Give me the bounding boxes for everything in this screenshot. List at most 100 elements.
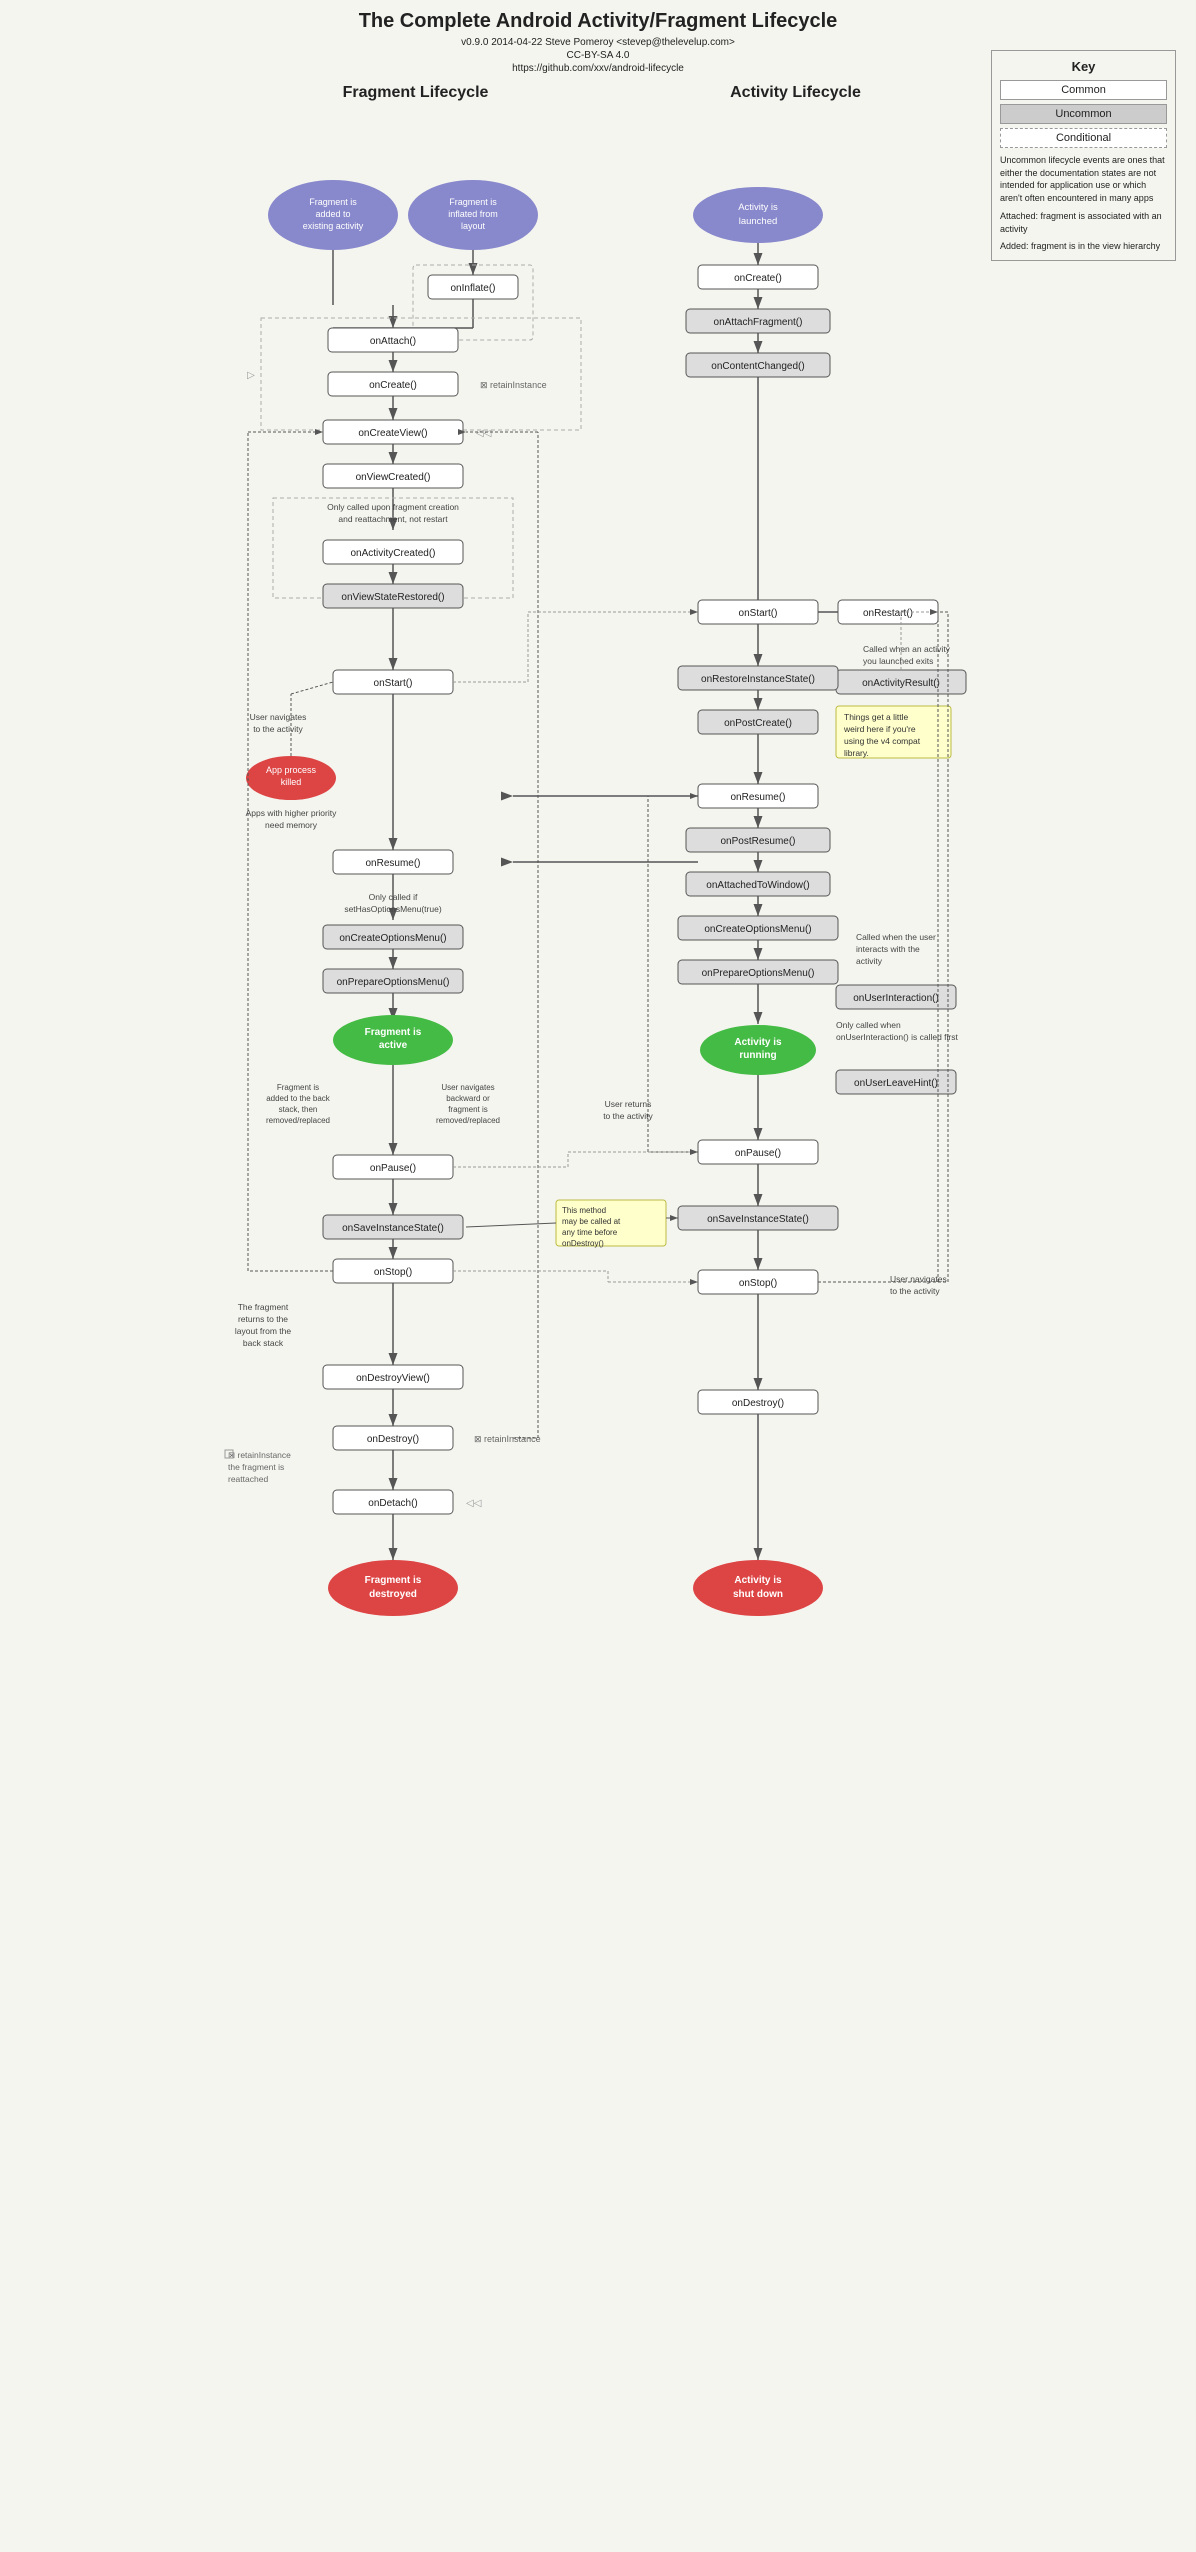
svg-text:The fragment: The fragment (238, 1302, 289, 1312)
svg-text:library.: library. (844, 748, 869, 758)
svg-text:onPostResume(): onPostResume() (720, 836, 795, 847)
svg-text:onCreateView(): onCreateView() (358, 428, 427, 439)
subtitle3: https://github.com/xxv/android-lifecycle (218, 63, 978, 74)
activity-col-header: Activity Lifecycle (646, 84, 946, 102)
svg-text:This method: This method (562, 1206, 606, 1215)
key-panel: Key Common Uncommon Conditional Uncommon… (991, 50, 1176, 261)
svg-text:shut down: shut down (733, 1589, 783, 1600)
svg-text:removed/replaced: removed/replaced (436, 1116, 500, 1125)
svg-text:need memory: need memory (265, 820, 318, 830)
subtitle2: CC-BY-SA 4.0 (218, 50, 978, 61)
svg-text:onCreate(): onCreate() (369, 380, 417, 391)
svg-text:onCreateOptionsMenu(): onCreateOptionsMenu() (339, 933, 446, 944)
svg-text:onRestoreInstanceState(): onRestoreInstanceState() (701, 674, 815, 685)
svg-text:onCreateOptionsMenu(): onCreateOptionsMenu() (704, 924, 811, 935)
svg-text:fragment is: fragment is (448, 1105, 488, 1114)
svg-text:onStart(): onStart() (739, 608, 778, 619)
svg-text:⊠ retainInstance: ⊠ retainInstance (480, 380, 547, 390)
svg-text:Fragment is: Fragment is (277, 1083, 319, 1092)
svg-text:Only called if: Only called if (369, 892, 418, 902)
svg-text:Fragment is: Fragment is (365, 1027, 422, 1038)
svg-text:may be called at: may be called at (562, 1217, 621, 1226)
svg-text:onDetach(): onDetach() (368, 1498, 417, 1509)
svg-text:any time before: any time before (562, 1228, 618, 1237)
svg-text:active: active (379, 1040, 408, 1051)
svg-text:using the v4 compat: using the v4 compat (844, 736, 921, 746)
svg-text:added to: added to (315, 209, 350, 219)
key-uncommon: Uncommon (1000, 104, 1167, 124)
svg-text:weird here if you're: weird here if you're (843, 724, 916, 734)
svg-text:Apps with higher priority: Apps with higher priority (246, 808, 337, 818)
svg-text:onAttachFragment(): onAttachFragment() (714, 317, 803, 328)
svg-text:onDestroy(): onDestroy() (562, 1239, 604, 1248)
svg-text:killed: killed (281, 777, 302, 787)
key-desc3: Added: fragment is in the view hierarchy (1000, 240, 1167, 253)
svg-text:onResume(): onResume() (365, 858, 420, 869)
svg-text:to the activity: to the activity (253, 724, 303, 734)
svg-text:inflated from: inflated from (448, 209, 498, 219)
svg-text:onCreate(): onCreate() (734, 273, 782, 284)
svg-text:stack, then: stack, then (279, 1105, 318, 1114)
svg-text:onPause(): onPause() (370, 1163, 416, 1174)
svg-text:User returns: User returns (605, 1099, 652, 1109)
page-title: The Complete Android Activity/Fragment L… (218, 10, 978, 33)
key-title: Key (1000, 59, 1167, 74)
svg-text:added to the back: added to the back (266, 1094, 331, 1103)
svg-text:back stack: back stack (243, 1338, 284, 1348)
svg-text:onPrepareOptionsMenu(): onPrepareOptionsMenu() (337, 977, 450, 988)
svg-text:Fragment is: Fragment is (449, 197, 497, 207)
svg-text:Activity is: Activity is (738, 202, 778, 213)
svg-text:Called when the user: Called when the user (856, 932, 936, 942)
svg-text:removed/replaced: removed/replaced (266, 1116, 330, 1125)
key-desc2: Attached: fragment is associated with an… (1000, 210, 1167, 235)
svg-text:interacts with the: interacts with the (856, 944, 920, 954)
svg-text:activity: activity (856, 956, 883, 966)
svg-text:User navigates: User navigates (250, 712, 307, 722)
key-conditional: Conditional (1000, 128, 1167, 148)
svg-text:◁◁: ◁◁ (476, 428, 492, 439)
svg-text:Things get a little: Things get a little (844, 712, 909, 722)
svg-text:Fragment is: Fragment is (309, 197, 357, 207)
svg-text:User navigates: User navigates (441, 1083, 494, 1092)
svg-text:⊠ retainInstance: ⊠ retainInstance (474, 1434, 541, 1444)
svg-text:layout: layout (461, 221, 486, 231)
svg-text:⊠ retainInstance: ⊠ retainInstance (228, 1450, 291, 1460)
fragment-col-header: Fragment Lifecycle (251, 84, 581, 102)
svg-text:onPostCreate(): onPostCreate() (724, 718, 792, 729)
svg-text:onViewStateRestored(): onViewStateRestored() (341, 592, 444, 603)
svg-text:layout from the: layout from the (235, 1326, 291, 1336)
svg-text:onStart(): onStart() (374, 678, 413, 689)
svg-text:onResume(): onResume() (730, 792, 785, 803)
svg-text:setHasOptionsMenu(true): setHasOptionsMenu(true) (344, 904, 441, 914)
svg-text:destroyed: destroyed (369, 1589, 417, 1600)
svg-text:onRestart(): onRestart() (863, 608, 913, 619)
svg-text:Activity is: Activity is (734, 1575, 782, 1586)
svg-text:to the activity: to the activity (603, 1111, 653, 1121)
svg-text:the fragment is: the fragment is (228, 1462, 284, 1472)
svg-text:▷: ▷ (247, 370, 255, 381)
svg-text:onAttachedToWindow(): onAttachedToWindow() (706, 880, 809, 891)
svg-text:onUserInteraction(): onUserInteraction() (853, 993, 939, 1004)
svg-text:onActivityCreated(): onActivityCreated() (350, 548, 435, 559)
subtitle1: v0.9.0 2014-04-22 Steve Pomeroy <stevep@… (218, 37, 978, 48)
key-common: Common (1000, 80, 1167, 100)
svg-text:onSaveInstanceState(): onSaveInstanceState() (342, 1223, 444, 1234)
svg-text:to the activity: to the activity (890, 1286, 940, 1296)
key-desc1: Uncommon lifecycle events are ones that … (1000, 154, 1167, 204)
lifecycle-diagram: Fragment is added to existing activity F… (218, 110, 978, 2510)
svg-text:running: running (739, 1050, 776, 1061)
svg-text:returns to the: returns to the (238, 1314, 288, 1324)
svg-text:and reattachment, not restart: and reattachment, not restart (338, 514, 448, 524)
svg-text:App process: App process (266, 765, 317, 775)
svg-text:onPrepareOptionsMenu(): onPrepareOptionsMenu() (702, 968, 815, 979)
svg-text:you launched exits: you launched exits (863, 656, 933, 666)
svg-text:Only called upon fragment crea: Only called upon fragment creation (327, 502, 459, 512)
svg-text:onDestroy(): onDestroy() (732, 1398, 784, 1409)
svg-text:onSaveInstanceState(): onSaveInstanceState() (707, 1214, 809, 1225)
svg-text:onUserLeaveHint(): onUserLeaveHint() (854, 1078, 938, 1089)
svg-text:Activity is: Activity is (734, 1037, 782, 1048)
svg-text:launched: launched (739, 216, 778, 227)
svg-text:onActivityResult(): onActivityResult() (862, 678, 940, 689)
svg-text:onDestroy(): onDestroy() (367, 1434, 419, 1445)
svg-text:onInflate(): onInflate() (450, 283, 495, 294)
